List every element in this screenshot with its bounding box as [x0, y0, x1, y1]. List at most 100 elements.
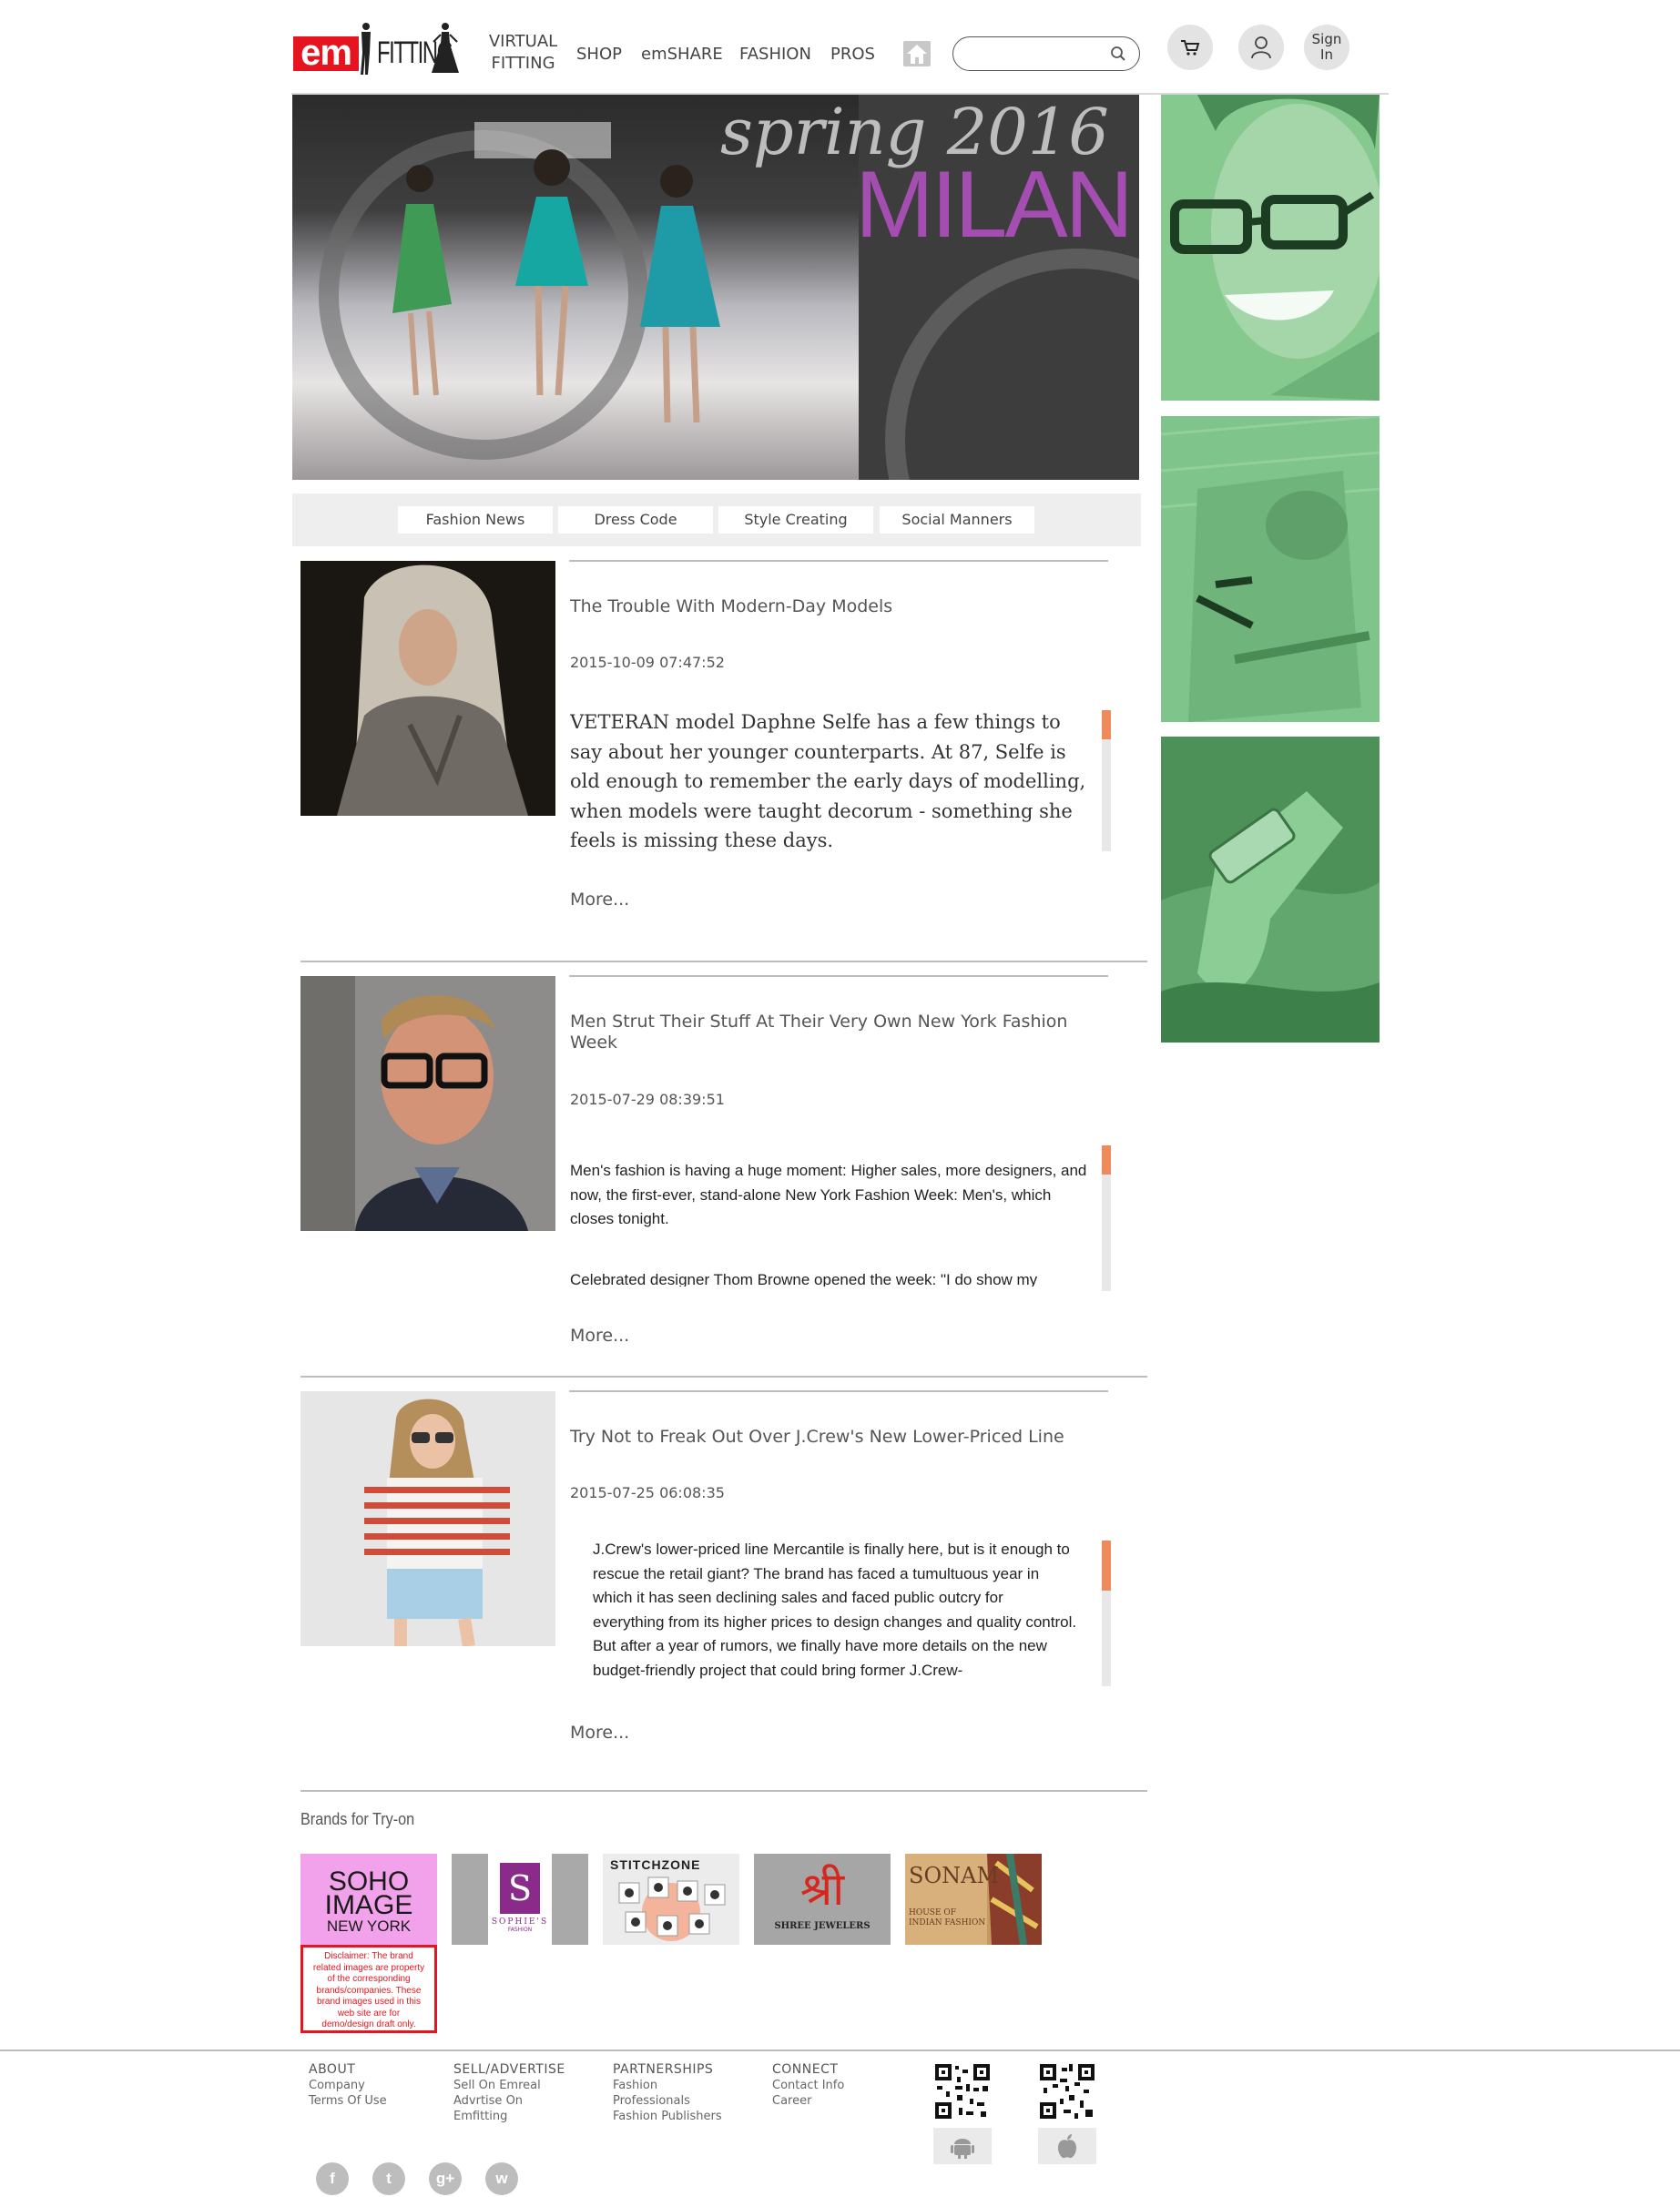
- stitchzone-tiles: [618, 1877, 726, 1941]
- article-image[interactable]: [300, 976, 555, 1231]
- account-button[interactable]: [1238, 25, 1284, 70]
- article-title[interactable]: Men Strut Their Stuff At Their Very Own …: [570, 1012, 1098, 1053]
- side-promo-glasses[interactable]: [1161, 95, 1380, 401]
- article-divider: [569, 975, 1108, 977]
- jcrew-model-photo: [300, 1391, 555, 1646]
- article-separator: [300, 1376, 1147, 1378]
- article-date: 2015-10-09 07:47:52: [570, 654, 725, 671]
- signin-label: Sign In: [1311, 31, 1342, 63]
- scrollbar-thumb[interactable]: [1102, 710, 1111, 739]
- sophies-logo-mark: S: [500, 1863, 540, 1914]
- footer-link[interactable]: Career: [772, 2093, 844, 2109]
- excerpt-scrollbar[interactable]: [1102, 1145, 1111, 1291]
- brand-stitchzone[interactable]: STITCHZONE: [603, 1854, 739, 1945]
- woman-glasses-image: [1161, 95, 1380, 401]
- shree-logo-mark: श्री: [799, 1863, 845, 1916]
- user-icon: [1251, 36, 1271, 59]
- logo-dress-icon: [432, 23, 459, 73]
- article-separator: [300, 961, 1147, 962]
- side-promo-menswear[interactable]: [1161, 416, 1380, 722]
- excerpt-scrollbar[interactable]: [1102, 710, 1111, 851]
- footer-link[interactable]: Contact Info: [772, 2078, 844, 2093]
- wechat-icon[interactable]: w: [485, 2162, 518, 2195]
- search-icon[interactable]: [1110, 46, 1126, 62]
- brand-shree-jewelers[interactable]: श्री SHREE JEWELERS: [754, 1854, 891, 1945]
- nav-shop[interactable]: SHOP: [576, 45, 622, 64]
- scrollbar-thumb[interactable]: [1102, 1541, 1111, 1591]
- cart-icon: [1181, 40, 1200, 56]
- article-more-link[interactable]: More...: [570, 1723, 629, 1743]
- ios-qr-code: [1038, 2062, 1096, 2121]
- footer-link[interactable]: Emfitting: [453, 2109, 565, 2124]
- home-button[interactable]: [903, 41, 931, 66]
- category-tabs: Fashion News Dress Code Style Creating S…: [292, 493, 1141, 546]
- logo-em: em: [293, 35, 359, 71]
- brands-heading: Brands for Try-on: [300, 1810, 415, 1828]
- brand-disclaimer: Disclaimer: The brand related images are…: [300, 1945, 437, 2033]
- google-plus-icon[interactable]: g+: [429, 2162, 462, 2195]
- nav-emshare[interactable]: emSHARE: [641, 45, 723, 64]
- android-app-download[interactable]: [933, 2062, 992, 2164]
- tab-style-creating[interactable]: Style Creating: [718, 506, 873, 534]
- search-input[interactable]: [966, 37, 1112, 68]
- footer-link[interactable]: Company: [309, 2078, 387, 2093]
- home-icon: [907, 45, 927, 64]
- article-title[interactable]: Try Not to Freak Out Over J.Crew's New L…: [570, 1427, 1098, 1448]
- nav-virtual-fitting[interactable]: VIRTUAL FITTING: [484, 31, 562, 75]
- footer-link[interactable]: Advrtise On: [453, 2093, 565, 2109]
- tab-dress-code[interactable]: Dress Code: [558, 506, 713, 534]
- footer-about: ABOUT Company Terms Of Use: [309, 2062, 387, 2109]
- footer-sell-advertise: SELL/ADVERTISE Sell On Emreal Advrtise O…: [453, 2062, 565, 2124]
- footer-connect: CONNECT Contact Info Career: [772, 2062, 845, 2109]
- footer-link[interactable]: Professionals: [613, 2093, 722, 2109]
- search-box: [952, 36, 1140, 71]
- signin-button[interactable]: Sign In: [1304, 25, 1349, 70]
- scrollbar-thumb[interactable]: [1102, 1145, 1111, 1175]
- brand-soho-image[interactable]: SOHO IMAGE NEW YORK: [300, 1854, 437, 1945]
- article-card: Try Not to Freak Out Over J.Crew's New L…: [300, 1390, 1147, 1791]
- brand-sophies[interactable]: S SOPHIE'S FASHION: [452, 1854, 588, 1945]
- article-separator: [300, 1790, 1147, 1792]
- article-card: The Trouble With Modern-Day Models 2015-…: [300, 560, 1147, 961]
- brand-sonam[interactable]: SONAM HOUSE OF INDIAN FASHION: [905, 1854, 1042, 1945]
- emfitting-logo[interactable]: em FITTING: [293, 20, 462, 76]
- article-image[interactable]: [300, 561, 555, 816]
- menswear-image: [1161, 416, 1380, 722]
- cart-button[interactable]: [1167, 25, 1213, 70]
- article-date: 2015-07-29 08:39:51: [570, 1091, 725, 1108]
- logo-man-icon: [361, 23, 371, 75]
- twitter-icon[interactable]: t: [372, 2162, 405, 2195]
- article-date: 2015-07-25 06:08:35: [570, 1484, 725, 1501]
- nav-pros[interactable]: PROS: [830, 45, 875, 64]
- article-card: Men Strut Their Stuff At Their Very Own …: [300, 975, 1147, 1376]
- article-more-link[interactable]: More...: [570, 890, 629, 910]
- article-divider: [569, 560, 1108, 562]
- footer-link[interactable]: Fashion: [613, 2078, 722, 2093]
- side-promo-bracelet[interactable]: [1161, 737, 1380, 1043]
- android-qr-code: [933, 2062, 992, 2121]
- site-header: em FITTING VIRTUAL FITTING SHOP emSHARE …: [291, 0, 1389, 95]
- article-divider: [569, 1390, 1108, 1392]
- tab-social-manners[interactable]: Social Manners: [880, 506, 1034, 534]
- footer-link[interactable]: Sell On Emreal: [453, 2078, 565, 2093]
- bracelet-image: [1161, 737, 1380, 1043]
- article-title[interactable]: The Trouble With Modern-Day Models: [570, 596, 1098, 617]
- excerpt-scrollbar[interactable]: [1102, 1541, 1111, 1686]
- hero-banner[interactable]: spring 2016 MILAN: [292, 95, 1139, 480]
- article-excerpt: Men's fashion is having a huge moment: H…: [570, 1162, 1087, 1287]
- article-image[interactable]: [300, 1391, 555, 1646]
- facebook-icon[interactable]: f: [316, 2162, 349, 2195]
- tab-fashion-news[interactable]: Fashion News: [398, 506, 553, 534]
- hero-city: MILAN: [855, 152, 1134, 258]
- footer-link[interactable]: Terms Of Use: [309, 2093, 387, 2109]
- ios-app-download[interactable]: [1038, 2062, 1096, 2164]
- android-icon: [951, 2139, 974, 2159]
- apple-icon: [1058, 2134, 1076, 2159]
- article-more-link[interactable]: More...: [570, 1326, 629, 1346]
- footer-divider: [0, 2050, 1680, 2051]
- footer-link[interactable]: Fashion Publishers: [613, 2109, 722, 2124]
- daphne-selfe-photo: [300, 561, 555, 816]
- nav-fashion[interactable]: FASHION: [739, 45, 811, 64]
- thom-browne-photo: [300, 976, 555, 1231]
- article-excerpt: J.Crew's lower-priced line Mercantile is…: [593, 1541, 1077, 1679]
